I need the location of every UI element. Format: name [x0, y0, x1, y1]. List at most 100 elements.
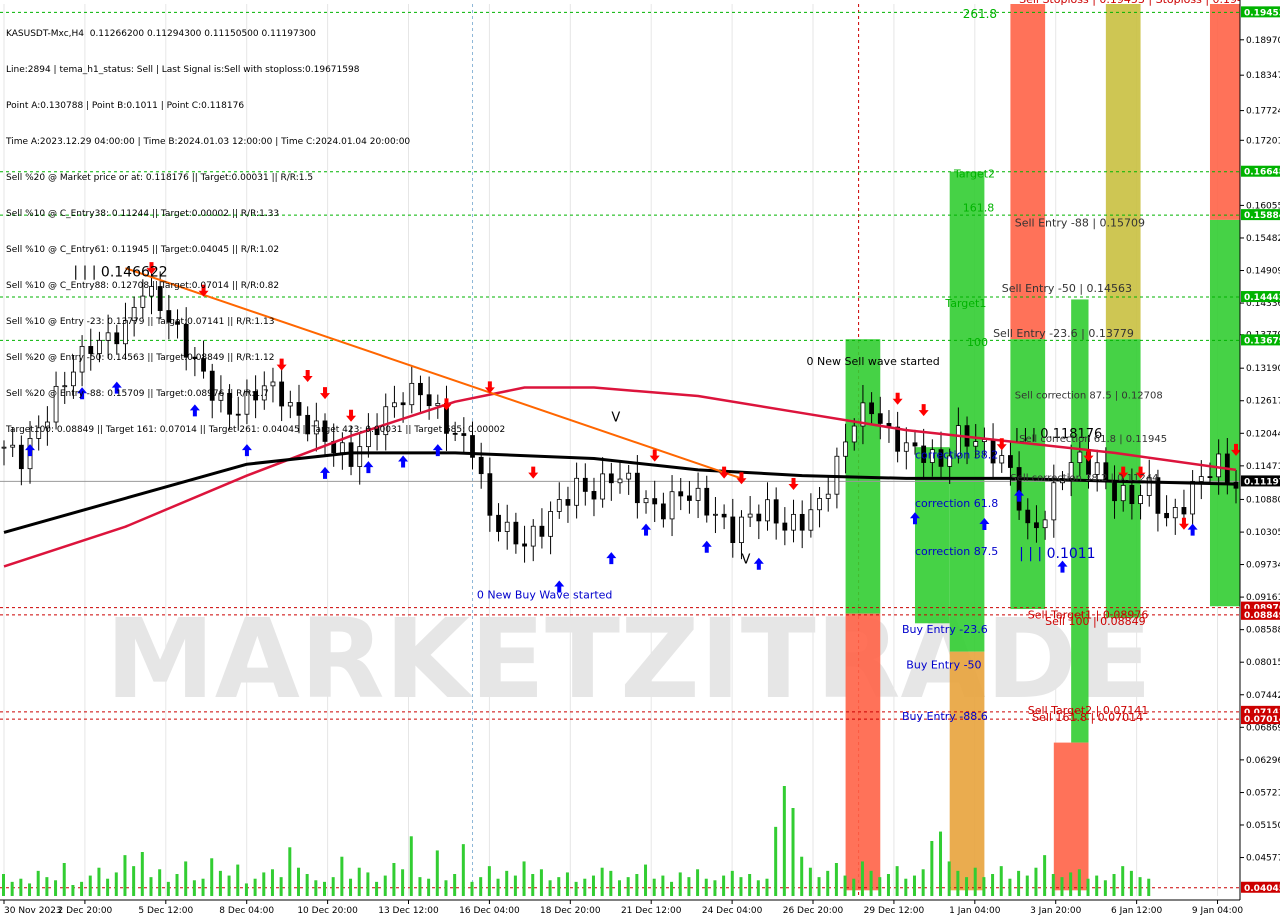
volume-bar	[253, 878, 257, 896]
price-tick-label: 0.06296	[1246, 756, 1280, 766]
volume-bar	[323, 881, 327, 896]
chart-annotation: Target1	[944, 297, 986, 310]
candle-body	[704, 487, 710, 516]
volume-bar	[1103, 880, 1107, 896]
candle-body	[1025, 509, 1031, 524]
volume-bar	[106, 878, 110, 896]
time-axis: 30 Nov 20232 Dec 20:00 5 Dec 12:00 8 Dec 0…	[3, 900, 1243, 916]
volume-bar	[1008, 878, 1012, 896]
volume-bar	[1060, 877, 1064, 896]
volume-bar	[982, 877, 986, 896]
price-tick-label: 0.15482	[1246, 234, 1280, 244]
candle-body	[608, 473, 614, 484]
price-tag-label: 0.19453	[1244, 8, 1280, 18]
candle-body	[1008, 455, 1013, 468]
price-tick-label: 0.10305	[1246, 528, 1280, 538]
time-tick-label: 30 Nov 2023	[4, 906, 62, 916]
candle-body	[548, 511, 553, 537]
candle-body	[713, 513, 718, 516]
info-line: Sell %10 @ C_Entry88: 0.12708 || Target:…	[6, 281, 280, 291]
info-line: Sell %20 @ Entry -50: 0.14563 || Target:…	[6, 353, 275, 363]
volume-bar	[878, 877, 882, 896]
volume-bar	[565, 872, 569, 896]
price-tag-label: 0.16648	[1244, 168, 1280, 178]
volume-bar	[1147, 878, 1151, 896]
watermark-text: MARKETZITRADE	[105, 595, 1152, 723]
volume-bar	[782, 786, 786, 896]
candle-body	[660, 503, 666, 520]
target-zone	[949, 171, 985, 652]
volume-bar	[973, 867, 977, 896]
volume-bar	[609, 870, 613, 896]
candle-body	[1129, 484, 1135, 505]
candle-body	[530, 525, 536, 547]
volume-bar	[427, 878, 431, 896]
volume-bar	[1112, 874, 1116, 896]
price-tick-label: 0.05150	[1246, 821, 1280, 831]
candle-body	[522, 543, 527, 547]
volume-bar	[1034, 867, 1038, 896]
candle-body	[695, 487, 701, 501]
volume-bar	[826, 870, 830, 896]
volume-bar	[574, 881, 578, 896]
info-line: Target100: 0.08849 || Target 161: 0.0701…	[6, 425, 506, 435]
candle-body	[600, 473, 606, 500]
volume-bar	[696, 869, 700, 896]
volume-bar	[227, 875, 231, 896]
volume-bar	[895, 866, 899, 896]
volume-bar	[1095, 875, 1099, 896]
chart-annotation: V	[741, 553, 750, 568]
volume-bar	[262, 872, 266, 896]
volume-bar	[921, 869, 925, 896]
volume-bar	[331, 877, 335, 896]
volume-bar	[487, 866, 491, 896]
time-tick-label: 5 Dec 12:00	[138, 906, 193, 916]
volume-bar	[834, 863, 838, 896]
chart-annotation: 0 New Sell wave started	[807, 355, 940, 368]
candle-body	[895, 426, 901, 452]
candle-body	[843, 441, 848, 457]
candle-body	[799, 513, 805, 531]
time-tick-label: 10 Dec 20:00	[297, 906, 358, 916]
volume-bar	[591, 875, 595, 896]
volume-bar	[618, 880, 621, 896]
candle-body	[973, 441, 979, 447]
price-tick-label: 0.08588	[1246, 626, 1280, 636]
volume-bar	[54, 880, 58, 896]
volume-bar	[461, 844, 465, 896]
info-line: Sell %10 @ C_Entry38: 0.11244 || Target:…	[6, 209, 280, 219]
time-tick-label: 29 Dec 12:00	[864, 906, 925, 916]
candle-body	[1198, 476, 1204, 482]
target-zone	[1209, 4, 1245, 220]
candle-body	[747, 513, 753, 518]
indicator-info-panel: KASUSDT-Mxc,H4 0.11266200 0.11294300 0.1…	[6, 4, 505, 448]
volume-bar	[210, 858, 214, 896]
volume-bar	[192, 880, 196, 896]
candle-body	[825, 493, 831, 499]
volume-bar	[288, 847, 292, 896]
volume-bar	[1121, 866, 1125, 896]
volume-bar	[756, 880, 760, 896]
chart-annotation: 261.8	[963, 7, 997, 21]
time-tick-label: 21 Dec 12:00	[621, 906, 682, 916]
candle-body	[1190, 481, 1196, 515]
target-zone	[1071, 299, 1089, 743]
info-line: Sell %20 @ Market price or at: 0.118176 …	[6, 173, 314, 183]
volume-bar	[305, 874, 309, 896]
volume-bar	[522, 861, 526, 896]
volume-bar	[36, 870, 40, 896]
volume-bar	[730, 870, 734, 896]
candle-body	[808, 509, 814, 531]
volume-bar	[860, 861, 864, 896]
volume-bar	[392, 863, 396, 896]
price-tick-label: 0.08015	[1246, 658, 1280, 668]
info-line: KASUSDT-Mxc,H4 0.11266200 0.11294300 0.1…	[6, 29, 316, 39]
candle-body	[1138, 495, 1143, 505]
candle-body	[652, 498, 658, 505]
volume-bar	[375, 881, 379, 896]
candle-body	[539, 525, 545, 537]
info-line: Line:2894 | tema_h1_status: Sell | Last …	[6, 65, 360, 75]
price-tag-label: 0.08849	[1244, 611, 1280, 621]
target-zone	[949, 651, 985, 891]
info-line: Sell %10 @ Entry -23: 0.13779 || Target:…	[6, 317, 275, 327]
